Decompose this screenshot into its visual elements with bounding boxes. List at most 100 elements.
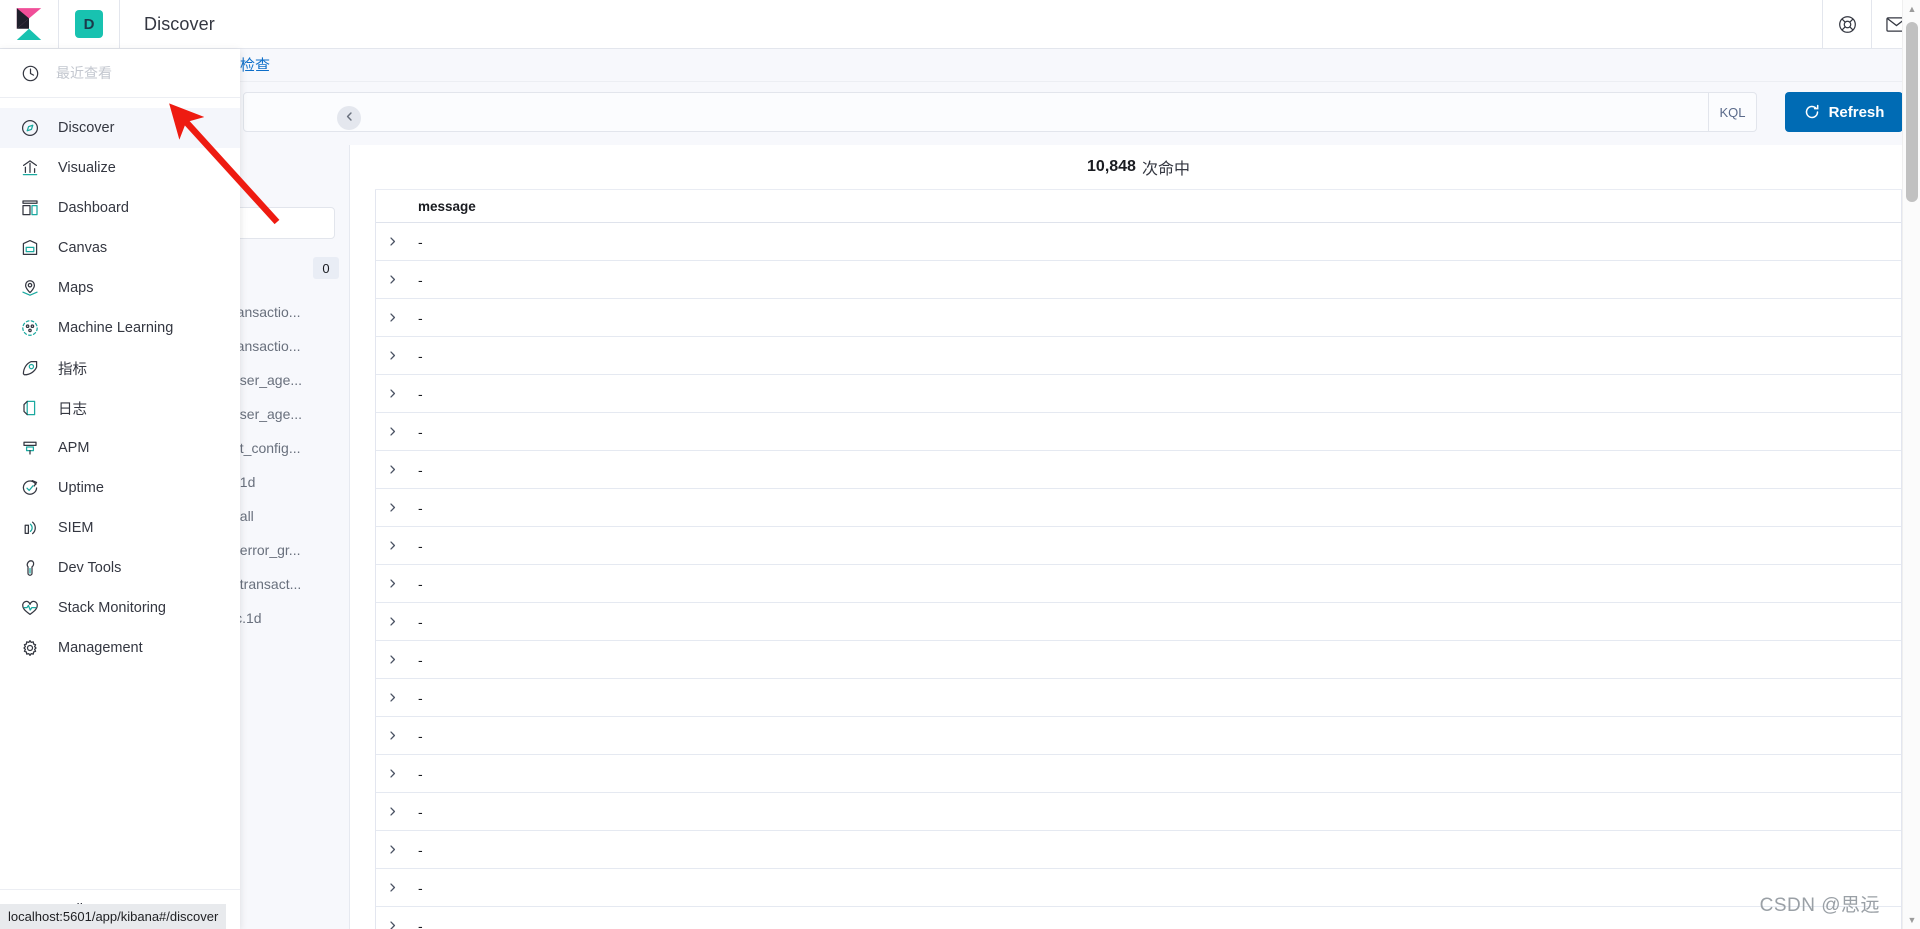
table-row[interactable]: - bbox=[376, 907, 1901, 929]
chevron-right-icon[interactable] bbox=[376, 920, 408, 929]
dashboard-grid-icon bbox=[20, 198, 40, 218]
chevron-right-icon[interactable] bbox=[376, 692, 408, 703]
machine-learning-icon bbox=[20, 318, 40, 338]
chevron-right-icon[interactable] bbox=[376, 350, 408, 361]
query-language-button[interactable]: KQL bbox=[1709, 92, 1757, 132]
sidebar-item-dev-tools[interactable]: Dev Tools bbox=[0, 548, 240, 588]
query-bar: KQL Refresh bbox=[0, 82, 1920, 145]
chevron-right-icon[interactable] bbox=[376, 426, 408, 437]
cell-message: - bbox=[418, 613, 423, 630]
table-row[interactable]: - bbox=[376, 261, 1901, 299]
sidebar-item-label: Canvas bbox=[58, 240, 108, 256]
search-input[interactable] bbox=[243, 92, 1709, 132]
scrollbar-up-arrow-icon[interactable]: ▲ bbox=[1903, 0, 1920, 18]
page-scrollbar[interactable]: ▲ ▼ bbox=[1902, 0, 1920, 929]
app-content: 检查 KQL Refresh 0 ransactio... ransactio..… bbox=[0, 49, 1920, 929]
header-divider-2 bbox=[119, 0, 120, 48]
table-row[interactable]: - bbox=[376, 831, 1901, 869]
table-row[interactable]: - bbox=[376, 527, 1901, 565]
table-row[interactable]: - bbox=[376, 223, 1901, 261]
table-row[interactable]: - bbox=[376, 375, 1901, 413]
chevron-right-icon[interactable] bbox=[376, 388, 408, 399]
table-row[interactable]: - bbox=[376, 299, 1901, 337]
space-avatar: D bbox=[75, 10, 103, 38]
sidebar-item-label: Uptime bbox=[58, 480, 104, 496]
scrollbar-down-arrow-icon[interactable]: ▼ bbox=[1903, 911, 1920, 929]
collapse-sidebar-button[interactable] bbox=[337, 106, 361, 130]
table-row[interactable]: - bbox=[376, 755, 1901, 793]
cell-message: - bbox=[418, 233, 423, 250]
sidebar-item-management[interactable]: Management bbox=[0, 628, 240, 668]
sidebar-item-discover[interactable]: Discover bbox=[0, 108, 240, 148]
refresh-icon bbox=[1804, 104, 1820, 120]
chevron-right-icon[interactable] bbox=[376, 464, 408, 475]
sidebar-item-apm[interactable]: APM bbox=[0, 428, 240, 468]
doc-table-grid: message - - - - - - - - - - - - - - - - - - - bbox=[375, 190, 1902, 929]
cell-message: - bbox=[418, 651, 423, 668]
kibana-logo-button[interactable] bbox=[0, 0, 58, 48]
sidebar-item-canvas[interactable]: Canvas bbox=[0, 228, 240, 268]
chevron-right-icon[interactable] bbox=[376, 616, 408, 627]
uptime-icon bbox=[20, 478, 40, 498]
canvas-icon bbox=[20, 238, 40, 258]
sidebar-item-siem[interactable]: SIEM bbox=[0, 508, 240, 548]
sidebar-item-label: Stack Monitoring bbox=[58, 600, 166, 616]
cell-message: - bbox=[418, 499, 423, 516]
chevron-right-icon[interactable] bbox=[376, 236, 408, 247]
sidebar-item-machine-learning[interactable]: Machine Learning bbox=[0, 308, 240, 348]
table-row[interactable]: - bbox=[376, 793, 1901, 831]
clock-icon bbox=[20, 63, 40, 83]
table-row[interactable]: - bbox=[376, 565, 1901, 603]
table-row[interactable]: - bbox=[376, 413, 1901, 451]
chevron-left-icon bbox=[344, 109, 355, 127]
space-avatar-button[interactable]: D bbox=[59, 0, 119, 48]
table-row[interactable]: - bbox=[376, 603, 1901, 641]
refresh-label: Refresh bbox=[1828, 103, 1885, 121]
table-row[interactable]: - bbox=[376, 717, 1901, 755]
table-row[interactable]: - bbox=[376, 337, 1901, 375]
table-row[interactable]: - bbox=[376, 641, 1901, 679]
recently-viewed-section[interactable]: 最近查看 bbox=[0, 49, 240, 98]
inspect-link[interactable]: 检查 bbox=[240, 54, 270, 75]
sidebar-item-uptime[interactable]: Uptime bbox=[0, 468, 240, 508]
cell-message: - bbox=[418, 879, 423, 896]
chevron-right-icon[interactable] bbox=[376, 806, 408, 817]
chevron-right-icon[interactable] bbox=[376, 730, 408, 741]
sidebar-item-maps[interactable]: Maps bbox=[0, 268, 240, 308]
sidebar-item-label: Dev Tools bbox=[58, 560, 122, 576]
cell-message: - bbox=[418, 841, 423, 858]
refresh-button[interactable]: Refresh bbox=[1785, 92, 1903, 132]
cell-message: - bbox=[418, 309, 423, 326]
chevron-right-icon[interactable] bbox=[376, 844, 408, 855]
table-row[interactable]: - bbox=[376, 451, 1901, 489]
sidebar-item-指标[interactable]: 指标 bbox=[0, 348, 240, 388]
sidebar-item-stack-monitoring[interactable]: Stack Monitoring bbox=[0, 588, 240, 628]
table-row[interactable]: - bbox=[376, 869, 1901, 907]
apm-icon bbox=[20, 438, 40, 458]
discover-compass-icon bbox=[20, 118, 40, 138]
chevron-right-icon[interactable] bbox=[376, 882, 408, 893]
siem-icon bbox=[20, 518, 40, 538]
scrollbar-thumb[interactable] bbox=[1906, 22, 1918, 202]
table-row[interactable]: - bbox=[376, 679, 1901, 717]
sidebar-item-日志[interactable]: 日志 bbox=[0, 388, 240, 428]
chevron-right-icon[interactable] bbox=[376, 654, 408, 665]
logs-icon bbox=[20, 398, 40, 418]
kibana-discover-screen: D Discover 检查 KQL Refresh 0 ransactio...… bbox=[0, 0, 1920, 929]
hits-label: 次命中 bbox=[1141, 161, 1190, 178]
table-row[interactable]: - bbox=[376, 489, 1901, 527]
sidebar-item-dashboard[interactable]: Dashboard bbox=[0, 188, 240, 228]
chevron-right-icon[interactable] bbox=[376, 274, 408, 285]
sidebar-item-visualize[interactable]: Visualize bbox=[0, 148, 240, 188]
chevron-right-icon[interactable] bbox=[376, 768, 408, 779]
chevron-right-icon[interactable] bbox=[376, 312, 408, 323]
cell-message: - bbox=[418, 765, 423, 782]
chevron-right-icon[interactable] bbox=[376, 540, 408, 551]
global-header: D Discover bbox=[0, 0, 1920, 49]
dev-tools-wrench-icon bbox=[20, 558, 40, 578]
global-nav-list: Discover Visualize Dashboard Canvas Maps Mach… bbox=[0, 98, 240, 889]
kibana-logo-icon bbox=[16, 8, 42, 40]
chevron-right-icon[interactable] bbox=[376, 502, 408, 513]
chevron-right-icon[interactable] bbox=[376, 578, 408, 589]
help-button[interactable] bbox=[1823, 0, 1871, 48]
